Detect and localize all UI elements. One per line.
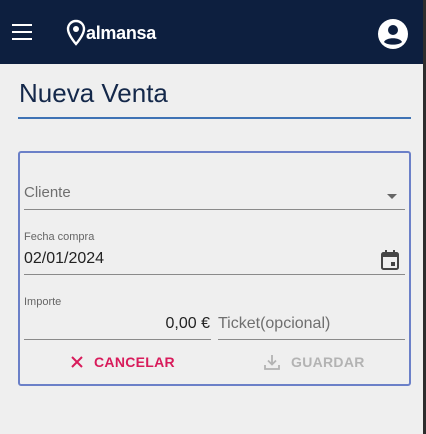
dropdown-arrow-icon[interactable] bbox=[387, 194, 397, 199]
location-pin-icon bbox=[66, 19, 86, 46]
download-icon bbox=[264, 355, 280, 370]
title-divider bbox=[18, 117, 411, 119]
cancel-label: CANCELAR bbox=[94, 354, 175, 370]
logo: almansa bbox=[66, 18, 156, 48]
page-title: Nueva Venta bbox=[19, 78, 168, 108]
logo-text: almansa bbox=[86, 23, 156, 43]
top-app-bar: almansa bbox=[0, 0, 423, 64]
account-circle-icon[interactable] bbox=[377, 18, 409, 50]
save-label: GUARDAR bbox=[291, 354, 365, 370]
fecha-compra-label: Fecha compra bbox=[24, 231, 95, 243]
cliente-underline bbox=[24, 209, 405, 210]
cliente-label: Cliente bbox=[24, 184, 71, 201]
ticket-input[interactable] bbox=[218, 312, 404, 336]
cancel-button[interactable]: CANCELAR bbox=[70, 351, 175, 373]
ticket-underline bbox=[218, 339, 405, 340]
fecha-compra-underline bbox=[24, 274, 405, 275]
importe-input[interactable]: 0,00 € bbox=[24, 315, 210, 333]
menu-icon[interactable] bbox=[12, 24, 32, 40]
importe-underline bbox=[24, 339, 211, 340]
importe-label: Importe bbox=[24, 296, 62, 308]
save-button[interactable]: GUARDAR bbox=[263, 351, 365, 373]
calendar-icon[interactable] bbox=[380, 249, 400, 271]
fecha-compra-input[interactable]: 02/01/2024 bbox=[24, 250, 104, 268]
close-icon bbox=[71, 356, 83, 368]
page-container: almansa Nueva Venta Cliente Fecha compra… bbox=[0, 0, 423, 434]
